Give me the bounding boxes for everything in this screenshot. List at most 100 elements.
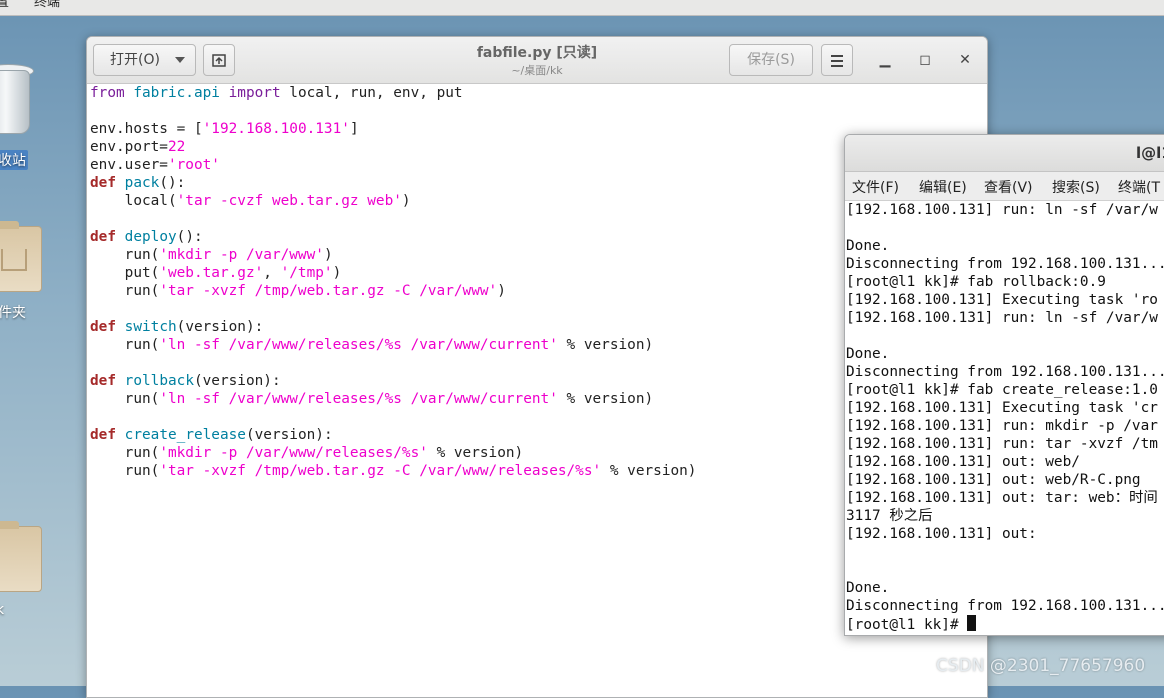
code-token: 'web.tar.gz' <box>159 265 264 281</box>
save-button[interactable]: 保存(S) <box>729 44 813 76</box>
code-token: 'tar -xvzf /tmp/web.tar.gz -C /var/www/r… <box>159 463 602 479</box>
terminal-line: [192.168.100.131] run: ln -sf /var/w <box>846 201 1164 219</box>
code-line: run('mkdir -p /var/www/releases/%s' % ve… <box>90 444 696 462</box>
menu-search[interactable]: 搜索(S) <box>1052 177 1100 197</box>
terminal-line: Done. <box>846 237 1164 255</box>
code-token: switch <box>124 319 177 335</box>
code-token: ) <box>323 247 333 263</box>
terminal-line: [192.168.100.131] out: <box>846 525 1164 543</box>
terminal-line-text: 3117 秒之后 <box>846 508 933 524</box>
code-line: run('tar -xvzf /tmp/web.tar.gz -C /var/w… <box>90 282 696 300</box>
new-document-button[interactable] <box>203 44 235 76</box>
terminal-cursor <box>967 615 977 631</box>
code-token: (version): <box>245 427 333 443</box>
code-line: run('mkdir -p /var/www') <box>90 246 696 264</box>
chevron-down-icon <box>175 57 185 63</box>
trash-label[interactable]: 收站 <box>0 150 28 170</box>
minimize-icon[interactable]: ▁ <box>875 50 895 70</box>
code-editor[interactable]: from fabric.api import local, run, env, … <box>90 84 696 480</box>
terminal-line: [192.168.100.131] out: web/ <box>846 453 1164 471</box>
trash-can <box>0 70 30 134</box>
folder-icon[interactable] <box>0 521 42 592</box>
code-line: def rollback(version): <box>90 372 696 390</box>
top-menu-bar: 置 终端 <box>0 0 1164 16</box>
code-line: put('web.tar.gz', '/tmp') <box>90 264 696 282</box>
code-token: (): <box>176 229 203 245</box>
menu-item-partial[interactable]: 置 <box>0 0 9 9</box>
terminal-line: [192.168.100.131] out: tar: web：时间 <box>846 489 1164 507</box>
terminal-output[interactable]: [192.168.100.131] run: ln -sf /var/w Don… <box>846 201 1164 633</box>
code-token: (version): <box>193 373 281 389</box>
code-token: ) <box>332 265 342 281</box>
terminal-line-text: [192.168.100.131] Executing task 'ro <box>846 292 1158 308</box>
code-token: ) <box>401 193 411 209</box>
code-token: '192.168.100.131' <box>202 121 350 137</box>
code-token: fabric.api <box>133 85 220 101</box>
hamburger-menu-button[interactable] <box>821 44 853 76</box>
terminal-line-text: [root@l1 kk]# fab rollback:0.9 <box>846 274 1106 290</box>
menu-item-terminal[interactable]: 终端 <box>34 0 60 9</box>
trash-icon[interactable] <box>0 62 34 142</box>
code-token: def <box>90 175 116 191</box>
terminal-line-text <box>846 328 855 344</box>
code-line: env.hosts = ['192.168.100.131'] <box>90 120 696 138</box>
code-token: def <box>90 373 116 389</box>
terminal-line-text <box>846 220 855 236</box>
menu-view[interactable]: 查看(V) <box>984 177 1033 197</box>
menu-file[interactable]: 文件(F) <box>852 177 899 197</box>
terminal-line-text <box>846 544 855 560</box>
terminal-window: l@l1 文件(F) 编辑(E) 查看(V) 搜索(S) 终端(T [192.1… <box>844 134 1164 636</box>
code-token: pack <box>124 175 160 191</box>
maximize-icon[interactable]: ◻ <box>915 50 935 70</box>
open-button[interactable]: 打开(O) <box>93 44 196 76</box>
terminal-line: [root@l1 kk]# fab create_release:1.0 <box>846 381 1164 399</box>
code-line: run('ln -sf /var/www/releases/%s /var/ww… <box>90 336 696 354</box>
code-token: run( <box>90 283 160 299</box>
code-token: 'tar -xvzf /tmp/web.tar.gz -C /var/www' <box>159 283 498 299</box>
code-token: 'root' <box>167 157 220 173</box>
terminal-line: Disconnecting from 192.168.100.131... <box>846 597 1164 615</box>
code-token: env.hosts = [ <box>90 121 203 137</box>
document-title: fabfile.py [只读] <box>476 45 598 61</box>
terminal-line-text: Disconnecting from 192.168.100.131... <box>846 598 1164 614</box>
folder-label-kk[interactable]: k <box>0 602 4 618</box>
code-token: def <box>90 229 116 245</box>
code-token: local( <box>90 193 177 209</box>
code-line: def pack(): <box>90 174 696 192</box>
code-line: run('ln -sf /var/www/releases/%s /var/ww… <box>90 390 696 408</box>
code-token: 'mkdir -p /var/www' <box>159 247 324 263</box>
menu-edit[interactable]: 编辑(E) <box>919 177 967 197</box>
terminal-line <box>846 327 1164 345</box>
code-token: % version) <box>557 391 654 407</box>
code-token: run( <box>90 337 160 353</box>
code-line: def create_release(version): <box>90 426 696 444</box>
code-token: % version) <box>427 445 524 461</box>
code-token: 'mkdir -p /var/www/releases/%s' <box>159 445 428 461</box>
folder-label[interactable]: 件夹 <box>0 302 26 322</box>
code-token: 'ln -sf /var/www/releases/%s /var/www/cu… <box>159 337 558 353</box>
watermark: CSDN @2301_77657960 <box>936 656 1146 676</box>
home-folder-icon[interactable] <box>0 221 42 292</box>
code-token: run( <box>90 445 160 461</box>
terminal-line: [192.168.100.131] out: web/R-C.png <box>846 471 1164 489</box>
code-token: , <box>263 265 281 281</box>
terminal-line: Done. <box>846 345 1164 363</box>
terminal-line-text: [192.168.100.131] run: ln -sf /var/w <box>846 202 1158 218</box>
code-token: ) <box>497 283 506 299</box>
terminal-line: [192.168.100.131] run: tar -xvzf /tm <box>846 435 1164 453</box>
close-icon[interactable]: ✕ <box>955 50 975 70</box>
menu-terminal[interactable]: 终端(T <box>1118 177 1160 197</box>
code-line: def deploy(): <box>90 228 696 246</box>
terminal-line-text: [192.168.100.131] out: <box>846 526 1037 542</box>
code-token: local, run, env, put <box>280 85 463 101</box>
terminal-line: [root@l1 kk]# <box>846 615 1164 633</box>
terminal-line-text: [192.168.100.131] run: tar -xvzf /tm <box>846 436 1158 452</box>
code-token: rollback <box>124 373 194 389</box>
terminal-line-text: [192.168.100.131] out: web/ <box>846 454 1080 470</box>
